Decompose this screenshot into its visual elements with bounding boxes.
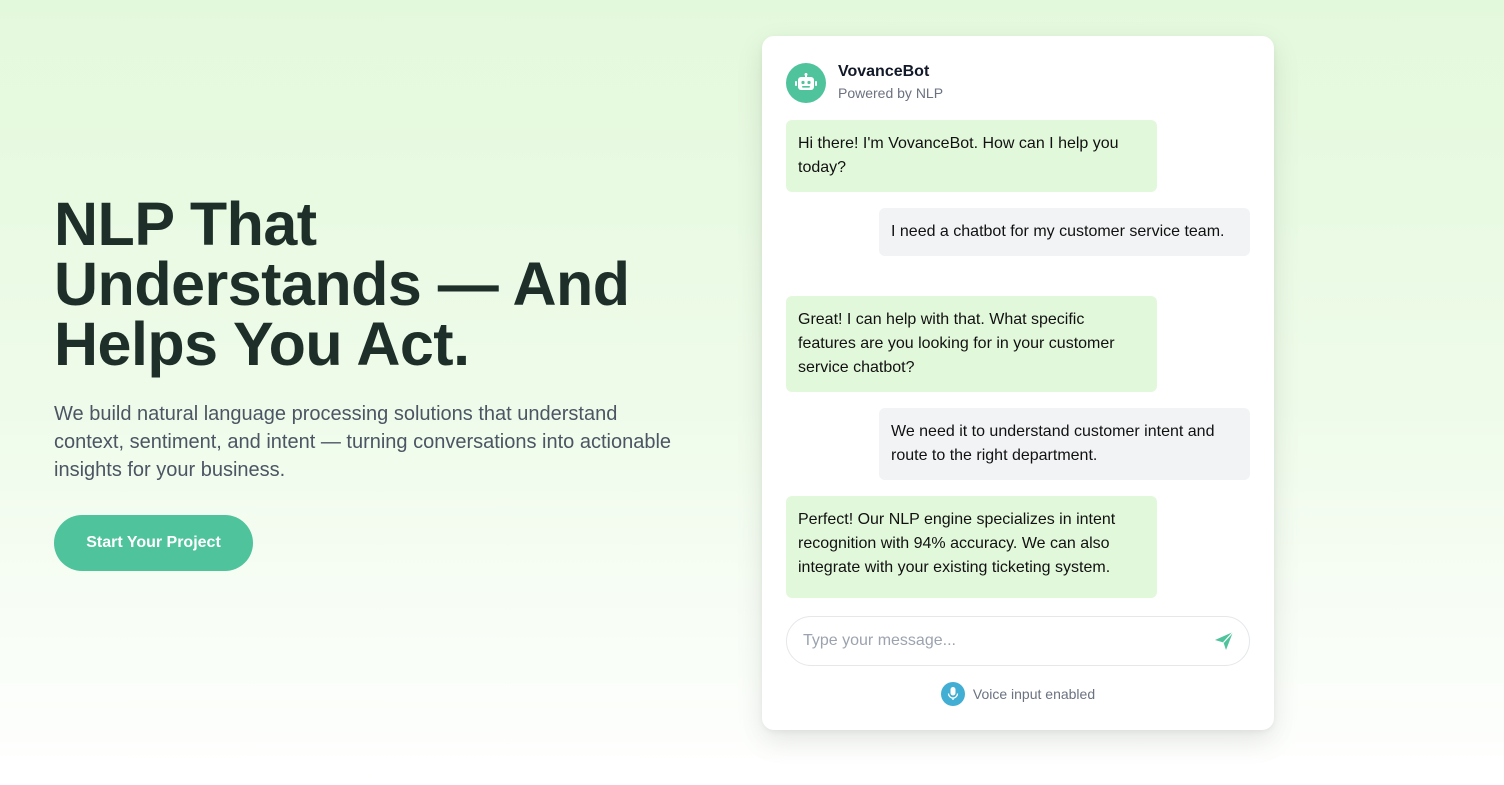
bot-name: VovanceBot xyxy=(838,63,930,80)
chat-message-bot: Perfect! Our NLP engine specializes in i… xyxy=(786,496,1157,598)
hero-title-line-2: Understands — And xyxy=(54,250,630,318)
hero-title: NLP That Understands — And Helps You Act… xyxy=(54,194,694,375)
chat-widget: VovanceBot Powered by NLP Hi there! I'm … xyxy=(762,36,1274,730)
bot-subtitle: Powered by NLP xyxy=(838,85,944,101)
hero-title-line-3: Helps You Act. xyxy=(54,310,470,378)
message-input-container xyxy=(786,616,1250,666)
chat-message-bot: Hi there! I'm VovanceBot. How can I help… xyxy=(786,120,1157,192)
send-icon xyxy=(1215,631,1234,650)
microphone-icon[interactable] xyxy=(940,682,965,706)
bot-avatar xyxy=(786,62,826,103)
voice-input-indicator: Voice input enabled xyxy=(762,682,1274,706)
chat-message-user: We need it to understand customer intent… xyxy=(879,408,1250,480)
chat-header: VovanceBot Powered by NLP xyxy=(786,62,943,103)
hero-title-line-1: NLP That xyxy=(54,190,317,258)
send-button[interactable] xyxy=(1207,624,1241,658)
hero-section: NLP That Understands — And Helps You Act… xyxy=(54,194,694,484)
start-project-button[interactable]: Start Your Project xyxy=(54,515,253,571)
robot-icon xyxy=(795,72,817,90)
message-input[interactable] xyxy=(803,632,1207,650)
hero-description: We build natural language processing sol… xyxy=(54,403,672,481)
voice-input-label: Voice input enabled xyxy=(972,686,1096,702)
chat-message-user: I need a chatbot for my customer service… xyxy=(879,208,1250,256)
chat-message-bot: Great! I can help with that. What specif… xyxy=(786,296,1157,392)
